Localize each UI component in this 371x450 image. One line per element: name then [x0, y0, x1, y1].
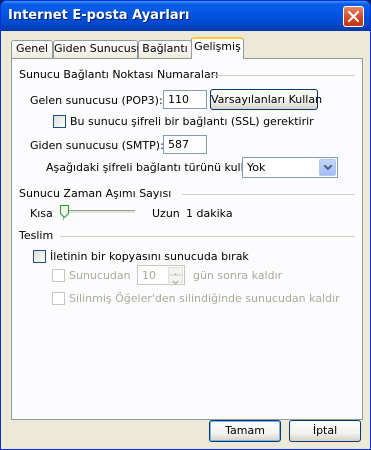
tab-label: Gelişmiş [194, 40, 241, 53]
close-button[interactable] [343, 6, 364, 27]
ok-label: Tamam [225, 424, 265, 437]
incoming-port-input[interactable]: 110 [163, 90, 207, 109]
section-divider [209, 75, 355, 76]
dialog-body: Genel Giden Sunucusu Bağlantı Gelişmiş S… [4, 31, 367, 447]
encryption-type-select[interactable]: Yok [242, 157, 338, 178]
dialog-window: Internet E-posta Ayarları Genel Giden Su… [0, 0, 371, 450]
cancel-label: İptal [312, 424, 338, 437]
section-title-timeout: Sunucu Zaman Aşımı Sayısı [19, 187, 172, 200]
spinner-buttons [168, 267, 183, 286]
remove-deleted-label: Silinmiş Öğeler'den silindiğinde sunucud… [69, 292, 340, 305]
remove-after-days-spinner[interactable]: 10 [137, 265, 185, 286]
leave-copy-checkbox[interactable] [33, 250, 46, 263]
leave-copy-label: İletinin bir kopyasını sunucuda bırak [50, 250, 249, 263]
timeout-slider-track[interactable] [60, 210, 135, 214]
use-defaults-label: Varsayılanları Kullan [211, 93, 323, 106]
section-title-delivery: Teslim [19, 229, 54, 242]
tab-strip: Genel Giden Sunucusu Bağlantı Gelişmiş [4, 31, 367, 61]
tab-label: Genel [15, 42, 49, 55]
remove-after-prefix: Sunucudan [69, 269, 131, 282]
outgoing-port-value: 587 [168, 138, 189, 151]
ok-button[interactable]: Tamam [209, 420, 281, 442]
encryption-type-label: Aşağıdaki şifreli bağlantı türünü kullan… [46, 161, 262, 174]
cancel-button[interactable]: İptal [289, 420, 361, 442]
chevron-down-icon [324, 165, 332, 171]
remove-after-checkbox[interactable] [52, 269, 65, 282]
ssl-label: Bu sunucu şifreli bir bağlantı (SSL) ger… [70, 115, 314, 128]
tab-advanced[interactable]: Gelişmiş [191, 37, 244, 59]
title-bar[interactable]: Internet E-posta Ayarları [1, 1, 370, 31]
tab-label: Giden Sunucusu [54, 42, 144, 55]
tab-connection[interactable]: Bağlantı [138, 40, 192, 58]
timeout-short-label: Kısa [30, 207, 53, 220]
tab-general[interactable]: Genel [11, 40, 53, 58]
tab-page-advanced: Sunucu Bağlantı Noktası Numaraları Gelen… [11, 58, 363, 420]
use-defaults-button[interactable]: Varsayılanları Kullan [210, 89, 322, 110]
encryption-type-value: Yok [247, 161, 266, 174]
timeout-long-label: Uzun [152, 207, 180, 220]
dropdown-button[interactable] [319, 159, 336, 176]
tab-outgoing-server[interactable]: Giden Sunucusu [53, 40, 143, 58]
slider-thumb-icon [60, 205, 69, 219]
chevron-down-icon [172, 280, 179, 286]
incoming-port-label: Gelen sunucusu (POP3): [30, 94, 163, 107]
remove-after-days-value: 10 [142, 269, 156, 282]
outgoing-port-input[interactable]: 587 [163, 135, 207, 154]
remove-deleted-checkbox[interactable] [52, 292, 65, 305]
outgoing-port-label: Giden sunucusu (SMTP): [30, 139, 164, 152]
remove-after-suffix: gün sonra kaldır [193, 269, 283, 282]
window-title: Internet E-posta Ayarları [8, 8, 190, 23]
section-divider [60, 236, 355, 237]
ssl-checkbox[interactable] [53, 115, 66, 128]
incoming-port-value: 110 [168, 93, 189, 106]
timeout-value: 1 dakika [186, 207, 233, 220]
timeout-slider-thumb[interactable] [60, 205, 69, 221]
close-icon [348, 11, 359, 22]
spinner-down-button[interactable] [168, 275, 183, 286]
tab-label: Bağlantı [142, 42, 188, 55]
section-divider [182, 194, 355, 195]
section-title-ports: Sunucu Bağlantı Noktası Numaraları [19, 68, 219, 81]
spinner-up-button[interactable] [168, 267, 183, 278]
